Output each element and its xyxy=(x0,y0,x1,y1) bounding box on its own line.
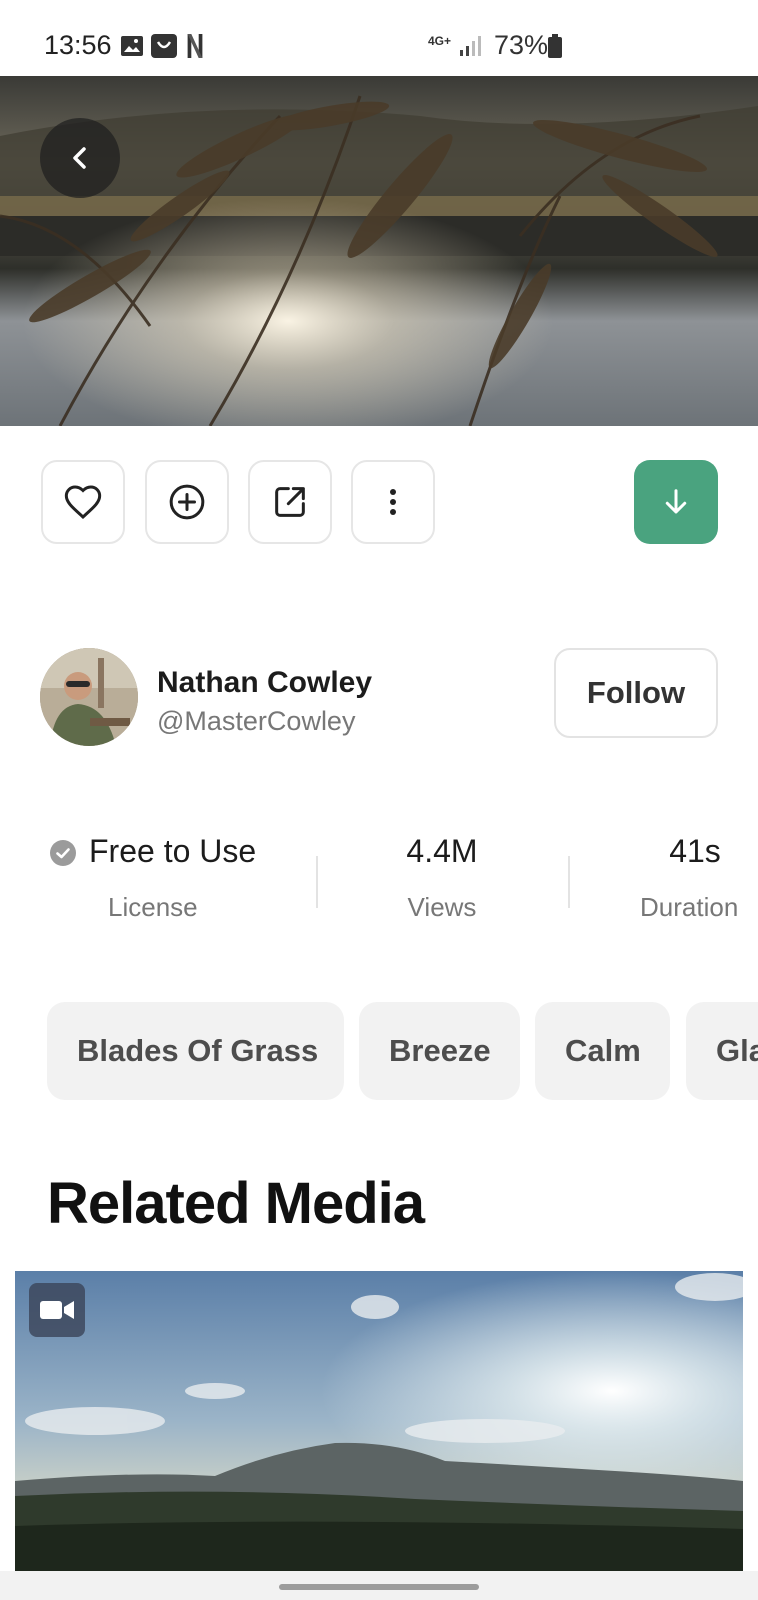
chevron-left-icon xyxy=(73,147,86,169)
battery-icon xyxy=(548,34,562,58)
views-value: 4.4M xyxy=(406,833,478,869)
system-navigation-bar xyxy=(0,1571,758,1600)
signal-icon xyxy=(460,36,481,56)
author-avatar[interactable] xyxy=(40,648,138,746)
battery-percent: 73% xyxy=(494,30,549,60)
tag-chip[interactable]: Blades Of Grass xyxy=(47,1002,344,1100)
more-vertical-icon xyxy=(390,489,396,515)
share-button[interactable] xyxy=(248,460,332,544)
duration-value: 41s xyxy=(669,833,721,869)
author-name[interactable]: Nathan Cowley xyxy=(157,666,372,700)
related-media-card[interactable] xyxy=(15,1271,743,1571)
duration-label: Duration xyxy=(640,892,739,922)
license-value[interactable]: Free to Use xyxy=(89,833,256,870)
app-notification-icon xyxy=(151,34,177,58)
check-circle-icon xyxy=(50,840,76,866)
hero-video-preview[interactable] xyxy=(0,76,758,426)
video-camera-icon xyxy=(40,1301,74,1319)
gallery-icon xyxy=(121,36,143,56)
tag-chip[interactable]: Gla xyxy=(686,1002,758,1100)
avatar-image xyxy=(40,648,138,746)
video-type-badge xyxy=(29,1283,85,1337)
plus-circle-icon xyxy=(169,484,205,520)
home-indicator[interactable] xyxy=(279,1584,479,1590)
stats-divider xyxy=(316,856,318,908)
status-bar: 13:56 4G+ 73% xyxy=(0,0,758,76)
tag-list: Blades Of Grass Breeze Calm Gla xyxy=(0,1002,758,1100)
tag-chip[interactable]: Calm xyxy=(535,1002,670,1100)
like-button[interactable] xyxy=(41,460,125,544)
stats-divider xyxy=(568,856,570,908)
more-options-button[interactable] xyxy=(351,460,435,544)
views-label: Views xyxy=(407,892,477,922)
netflix-icon xyxy=(187,34,203,58)
license-label: License xyxy=(108,892,198,922)
tag-chip[interactable]: Breeze xyxy=(359,1002,520,1100)
heart-icon xyxy=(64,485,102,520)
related-media-heading: Related Media xyxy=(47,1171,425,1236)
download-button[interactable] xyxy=(634,460,718,544)
arrow-down-icon xyxy=(665,489,687,514)
status-time: 13:56 xyxy=(44,30,112,60)
hero-image xyxy=(0,76,758,426)
external-link-icon xyxy=(275,487,305,517)
author-handle[interactable]: @MasterCowley xyxy=(157,706,355,737)
network-type: 4G+ xyxy=(428,34,452,48)
add-to-collection-button[interactable] xyxy=(145,460,229,544)
follow-button[interactable]: Follow xyxy=(554,648,718,738)
back-button[interactable] xyxy=(40,118,120,198)
related-media-thumbnail xyxy=(15,1271,743,1571)
